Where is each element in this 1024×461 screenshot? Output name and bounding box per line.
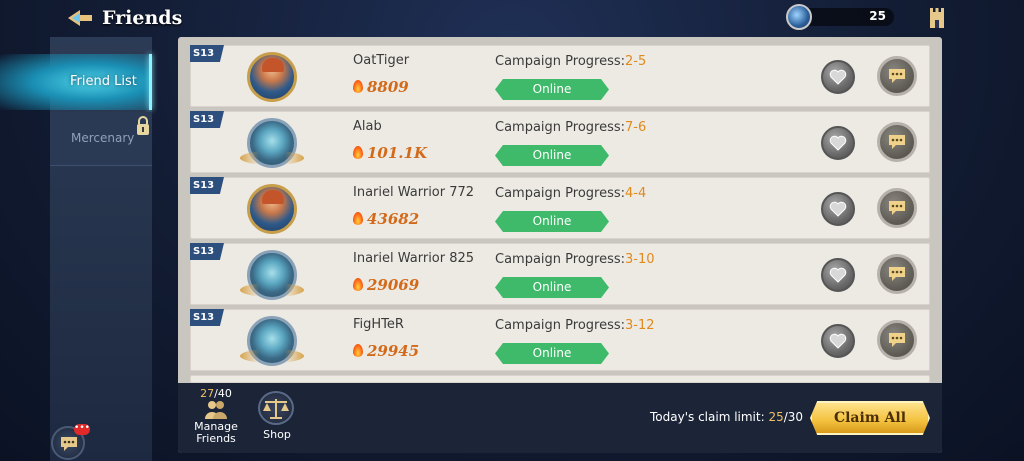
flame-icon: [353, 344, 363, 357]
tower-icon[interactable]: [928, 8, 946, 28]
friend-row: S13 Alab 101.1K Campaign Progress:7-6 On…: [190, 111, 930, 173]
power-value: 8809: [353, 78, 409, 96]
manage-friends-label: Manage Friends: [194, 420, 238, 445]
season-badge: S13: [190, 177, 224, 194]
friend-name: OatTiger: [353, 53, 410, 68]
currency-amount: 25: [869, 9, 886, 23]
season-badge: S13: [190, 45, 224, 62]
shop-label: Shop: [263, 428, 291, 441]
gem-icon: [786, 4, 812, 30]
friend-row: S13 OatTiger 8809 Campaign Progress:2-5 …: [190, 45, 930, 107]
notification-badge: •••: [74, 423, 90, 435]
friend-name: Inariel Warrior 825: [353, 251, 475, 266]
avatar[interactable]: [240, 118, 304, 168]
season-badge: S13: [190, 243, 224, 260]
chat-icon: [61, 437, 77, 451]
status-badge: Online: [495, 277, 609, 298]
campaign-progress: Campaign Progress:3-12: [495, 318, 655, 333]
page-title: Friends: [102, 7, 183, 29]
flame-icon: [353, 146, 363, 159]
campaign-progress: Campaign Progress:2-5: [495, 54, 647, 69]
send-heart-button[interactable]: [821, 324, 855, 358]
chat-button[interactable]: [877, 254, 917, 294]
scales-icon: [258, 391, 294, 425]
send-heart-button[interactable]: [821, 258, 855, 292]
avatar[interactable]: [240, 316, 304, 366]
status-badge: Online: [495, 211, 609, 232]
avatar[interactable]: [247, 52, 297, 102]
flame-icon: [353, 212, 363, 225]
friend-row: [190, 375, 930, 383]
avatar[interactable]: [247, 184, 297, 234]
bottom-bar: 27/40 Manage Friends Shop Today's claim …: [178, 383, 942, 453]
send-heart-button[interactable]: [821, 60, 855, 94]
friend-list-panel: S13 OatTiger 8809 Campaign Progress:2-5 …: [178, 37, 942, 453]
power-value: 29069: [353, 276, 419, 294]
flame-icon: [353, 278, 363, 291]
power-value: 43682: [353, 210, 419, 228]
season-badge: S13: [190, 111, 224, 128]
flame-icon: [353, 80, 363, 93]
power-value: 29945: [353, 342, 419, 360]
campaign-progress: Campaign Progress:3-10: [495, 252, 655, 267]
send-heart-button[interactable]: [821, 192, 855, 226]
send-heart-button[interactable]: [821, 126, 855, 160]
manage-friends-button[interactable]: 27/40 Manage Friends: [194, 387, 238, 445]
friend-row: S13 Inariel Warrior 825 29069 Campaign P…: [190, 243, 930, 305]
status-badge: Online: [495, 343, 609, 364]
friend-name: Inariel Warrior 772: [353, 185, 475, 200]
friend-name: FigHTeR: [353, 317, 404, 332]
back-arrow-icon[interactable]: [66, 8, 94, 28]
friend-list[interactable]: S13 OatTiger 8809 Campaign Progress:2-5 …: [190, 45, 930, 383]
shop-button[interactable]: Shop: [258, 391, 296, 447]
campaign-progress: Campaign Progress:4-4: [495, 186, 647, 201]
claim-limit: Today's claim limit: 25/30: [650, 410, 804, 424]
friend-name: Alab: [353, 119, 382, 134]
tab-label: Mercenary: [71, 131, 135, 145]
claim-all-button[interactable]: Claim All: [810, 401, 930, 435]
chat-button[interactable]: [877, 122, 917, 162]
status-badge: Online: [495, 145, 609, 166]
status-badge: Online: [495, 79, 609, 100]
friend-row: S13 Inariel Warrior 772 43682 Campaign P…: [190, 177, 930, 239]
tab-label: Friend List: [70, 74, 137, 89]
campaign-progress: Campaign Progress:7-6: [495, 120, 647, 135]
lock-icon: [137, 116, 149, 135]
season-badge: S13: [190, 309, 224, 326]
power-value: 101.1K: [353, 144, 427, 162]
chat-button[interactable]: [877, 56, 917, 96]
friends-icon: [205, 401, 227, 419]
avatar[interactable]: [240, 250, 304, 300]
tab-friend-list[interactable]: Friend List: [0, 54, 152, 110]
friend-row: S13 FigHTeR 29945 Campaign Progress:3-12…: [190, 309, 930, 371]
chat-button[interactable]: [877, 320, 917, 360]
chat-button[interactable]: [877, 188, 917, 228]
currency-display: 25: [786, 4, 898, 30]
